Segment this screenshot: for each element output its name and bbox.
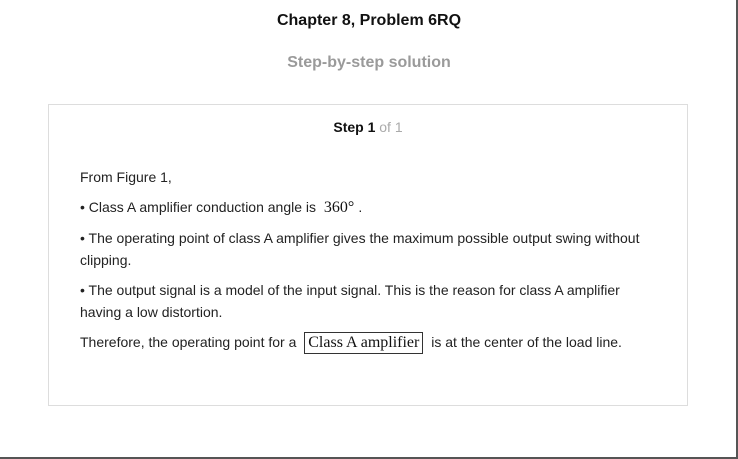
step-body: From Figure 1, • Class A amplifier condu… [80, 166, 660, 362]
step-label: Step 1 [333, 119, 376, 135]
bullet-conduction-angle: • Class A amplifier conduction angle is … [80, 196, 660, 219]
bullet1-period: . [358, 199, 363, 215]
conclusion-text: Therefore, the operating point for a Cla… [80, 331, 660, 354]
answer-box: Class A amplifier [304, 332, 424, 354]
page-title: Chapter 8, Problem 6RQ [276, 12, 462, 29]
bullet-output-signal: • The output signal is a model of the in… [80, 282, 620, 320]
conduction-angle-value: 360° [323, 199, 355, 216]
step-count: of 1 [379, 119, 403, 135]
conclusion-post: is at the center of the load line. [431, 334, 622, 350]
step-header: Step 1 of 1 [49, 119, 687, 135]
intro-text: From Figure 1, [80, 169, 172, 185]
conclusion-pre: Therefore, the operating point for a [80, 334, 297, 350]
solution-card: Step 1 of 1 From Figure 1, • Class A amp… [48, 104, 688, 406]
bullet1-text: • Class A amplifier conduction angle is [80, 199, 317, 215]
page-subtitle: Step-by-step solution [287, 54, 451, 71]
bullet-operating-point: • The operating point of class A amplifi… [80, 230, 640, 268]
